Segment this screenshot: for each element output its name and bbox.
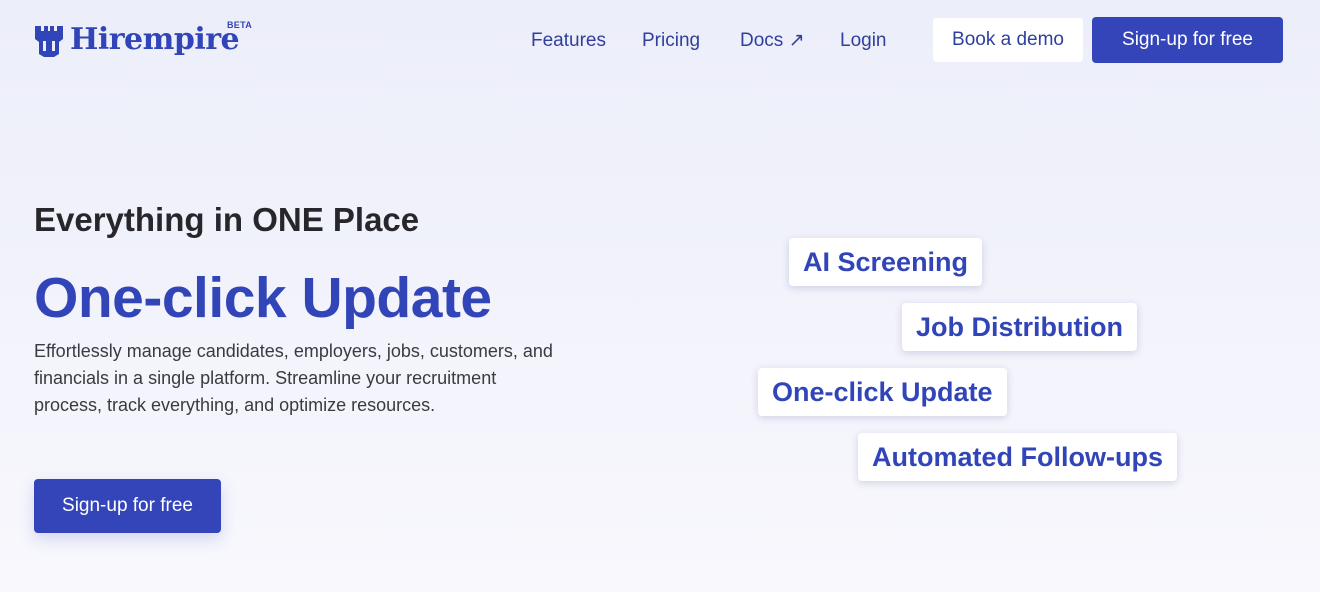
feature-chip-job-distribution: Job Distribution [902,303,1137,351]
beta-badge: BETA [227,20,253,30]
nav-pricing[interactable]: Pricing [642,30,700,52]
hero-headline: One-click Update [34,266,492,330]
castle-icon [35,26,63,57]
feature-chip-ai-screening: AI Screening [789,238,983,286]
feature-chip-automated-follow-ups: Automated Follow-ups [858,433,1177,481]
feature-chip-one-click-update: One-click Update [758,368,1007,416]
nav-login[interactable]: Login [840,30,887,52]
logo-text: Hirempire [70,22,240,57]
nav-features[interactable]: Features [531,30,606,52]
book-demo-button[interactable]: Book a demo [933,18,1083,62]
nav-docs[interactable]: Docs ↗ [740,30,805,52]
hero-signup-button[interactable]: Sign-up for free [34,479,221,533]
header-signup-button[interactable]: Sign-up for free [1092,17,1283,63]
hero-description: Effortlessly manage candidates, employer… [34,341,553,415]
hero-tagline: Everything in ONE Place [34,201,420,238]
logo[interactable]: Hirempire BETA [34,20,252,58]
